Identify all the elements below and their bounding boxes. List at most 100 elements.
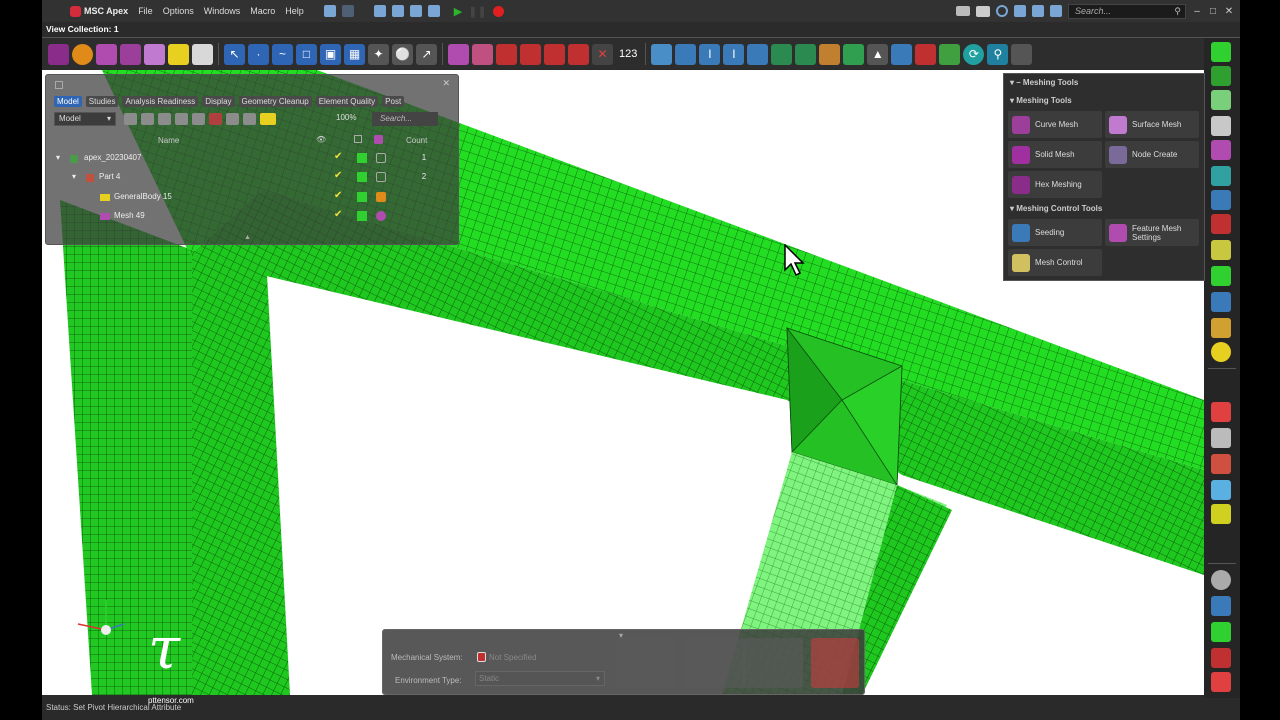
select-body-icon[interactable] xyxy=(72,43,93,65)
tree-row[interactable]: Mesh 49 ✔ xyxy=(54,209,454,225)
global-search-input[interactable]: Search... ⚲ xyxy=(1068,3,1186,19)
measure-icon[interactable] xyxy=(651,43,673,65)
dimension-icon[interactable]: I xyxy=(699,43,721,65)
zoom-level[interactable]: 100% xyxy=(336,113,356,122)
check-mesh-icon[interactable] xyxy=(915,43,937,65)
list-view-icon[interactable] xyxy=(243,113,256,125)
visible-check-icon[interactable]: ✔ xyxy=(334,151,342,162)
menu-windows[interactable]: Windows xyxy=(204,6,241,16)
panel-resize-handle[interactable]: ▲ xyxy=(244,234,251,241)
counter-label[interactable]: 123 xyxy=(619,48,637,60)
mesh-control-button[interactable]: Mesh Control xyxy=(1008,249,1102,276)
display-cube-icon[interactable] xyxy=(1011,43,1033,65)
select-surface-icon[interactable] xyxy=(96,43,117,65)
undo-icon[interactable] xyxy=(323,5,336,17)
layers-icon[interactable] xyxy=(747,43,769,65)
tree-row[interactable]: ▾ apex_20230407 ✔ 1 xyxy=(54,151,454,167)
tab-analysis-readiness[interactable]: Analysis Readiness xyxy=(122,96,199,107)
node-tool-icon[interactable] xyxy=(771,43,793,65)
geometry-cube-icon[interactable] xyxy=(1211,42,1231,62)
feature-mesh-settings-button[interactable]: Feature Mesh Settings xyxy=(1105,219,1199,246)
section-meshing-control-tools[interactable]: ▾ Meshing Control Tools xyxy=(1010,204,1102,213)
red-cube-icon[interactable] xyxy=(1211,672,1231,692)
hex-mesh-icon[interactable] xyxy=(1211,140,1231,160)
tab-model[interactable]: Model xyxy=(54,96,82,107)
layer-stack-icon[interactable] xyxy=(1211,596,1231,616)
visible-check-icon[interactable]: ✔ xyxy=(334,190,342,201)
probe-icon[interactable] xyxy=(891,43,913,65)
minimize-button[interactable]: – xyxy=(1192,6,1202,17)
surface-mesh-button[interactable]: Surface Mesh xyxy=(1105,111,1199,138)
material-icon[interactable] xyxy=(1211,318,1231,338)
plane-cut-icon[interactable] xyxy=(496,43,517,65)
delete-icon[interactable] xyxy=(209,113,222,125)
delete-x-icon[interactable]: ✕ xyxy=(592,43,613,65)
beam-icon[interactable] xyxy=(1211,214,1231,234)
save-as-icon[interactable] xyxy=(391,5,404,17)
paint-icon[interactable] xyxy=(939,43,961,65)
refresh-icon[interactable]: ⟳ xyxy=(963,43,985,65)
redo-icon[interactable] xyxy=(341,5,354,17)
mesh-select-icon[interactable]: ✦ xyxy=(368,43,389,65)
sphere-render-icon[interactable] xyxy=(1211,570,1231,590)
model-filter-select[interactable]: Model ▾ xyxy=(54,112,116,126)
hierarchy-icon[interactable] xyxy=(226,113,239,125)
color-swatch[interactable] xyxy=(357,192,367,202)
environment-type-select[interactable]: Static ▾ xyxy=(475,671,605,686)
i-beam-icon[interactable]: I xyxy=(723,43,745,65)
filter-icon[interactable] xyxy=(192,113,205,125)
column-name-header[interactable]: Name xyxy=(158,136,179,145)
visibility-column-icon[interactable]: 👁 xyxy=(316,135,326,144)
distance-icon[interactable] xyxy=(675,43,697,65)
tab-post[interactable]: Post xyxy=(382,96,405,107)
view-select-icon[interactable] xyxy=(1032,5,1044,17)
view-zoom-icon[interactable] xyxy=(1050,5,1062,17)
green-layer-icon[interactable] xyxy=(1211,622,1231,642)
tools-icon[interactable] xyxy=(1211,454,1231,474)
transfer-icon[interactable] xyxy=(1211,480,1231,500)
add-body-icon[interactable] xyxy=(141,113,154,125)
mesh-grid-icon[interactable] xyxy=(1211,66,1231,86)
cube-select-icon[interactable]: ▣ xyxy=(320,43,341,65)
select-edge-icon[interactable] xyxy=(120,43,141,65)
color-swatch[interactable] xyxy=(357,211,367,221)
split-icon[interactable] xyxy=(544,43,565,65)
column-count-header[interactable]: Count xyxy=(406,136,427,145)
maximize-button[interactable]: □ xyxy=(1208,6,1218,17)
color-swatch[interactable] xyxy=(357,172,367,182)
pencil-icon[interactable] xyxy=(168,43,189,65)
visible-check-icon[interactable]: ✔ xyxy=(334,209,342,220)
plane-icon[interactable] xyxy=(1211,90,1231,110)
mesh-type-icon[interactable] xyxy=(376,211,386,221)
body-type-icon[interactable] xyxy=(376,192,386,202)
tree-expand-icon[interactable] xyxy=(158,113,171,125)
assembly-icon[interactable] xyxy=(448,43,469,65)
color-column-icon[interactable] xyxy=(374,135,383,144)
mid-surface-icon[interactable] xyxy=(1211,648,1231,668)
panel-close-button[interactable]: ✕ xyxy=(442,78,450,89)
tab-geometry-cleanup[interactable]: Geometry Cleanup xyxy=(238,96,312,107)
curve-select-icon[interactable]: ~ xyxy=(272,43,293,65)
result-view-button[interactable] xyxy=(811,638,859,688)
point-tool-icon[interactable]: ⚪ xyxy=(392,43,413,65)
export-icon[interactable] xyxy=(427,5,440,17)
visible-check-icon[interactable]: ✔ xyxy=(334,170,342,181)
menu-file[interactable]: File xyxy=(138,6,153,16)
menu-options[interactable]: Options xyxy=(163,6,194,16)
video-icon[interactable] xyxy=(956,6,970,16)
record-icon[interactable] xyxy=(492,5,504,17)
tab-element-quality[interactable]: Element Quality xyxy=(315,96,379,107)
menu-help[interactable]: Help xyxy=(285,6,304,16)
pause-icon[interactable]: ❚❚ xyxy=(468,5,486,18)
constraint-icon[interactable] xyxy=(795,43,817,65)
view-fit-icon[interactable] xyxy=(1014,5,1026,17)
axis-icon[interactable] xyxy=(1211,292,1231,312)
warning-icon[interactable]: ▲ xyxy=(867,43,889,65)
annotation-icon[interactable] xyxy=(1211,402,1231,422)
step-3-button[interactable] xyxy=(743,638,803,688)
face-select-icon[interactable]: □ xyxy=(296,43,317,65)
close-button[interactable]: ✕ xyxy=(1224,6,1234,17)
view-collection-tab[interactable]: View Collection: 1 xyxy=(46,24,119,34)
probe-right-icon[interactable] xyxy=(1211,240,1231,260)
tree-collapse-icon[interactable] xyxy=(175,113,188,125)
